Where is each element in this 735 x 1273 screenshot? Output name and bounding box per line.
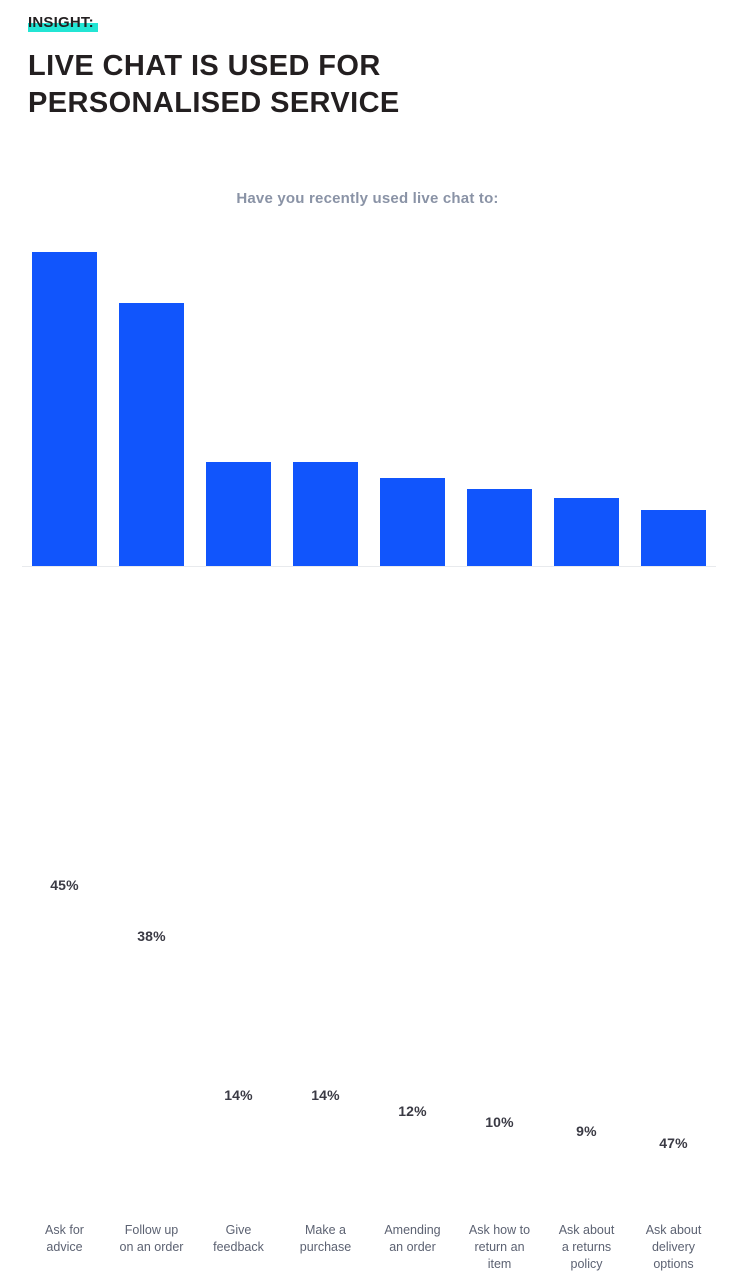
bar-category-line: purchase bbox=[299, 1239, 352, 1254]
insight-eyebrow-label: INSIGHT: bbox=[28, 14, 94, 31]
chart-plot-area: 45% Ask for advice 38% Follow up on an order 1… bbox=[0, 0, 735, 1271]
bar-value-label: 47% bbox=[659, 1135, 688, 1151]
bar-category-line: Amending bbox=[384, 1223, 441, 1237]
bar-category-line: on an order bbox=[119, 1239, 184, 1254]
bar[interactable] bbox=[467, 489, 532, 566]
bar-value-label: 10% bbox=[485, 1114, 514, 1130]
bar-category-line: delivery bbox=[651, 1239, 696, 1254]
bar-category-label: Make a purchase bbox=[282, 1222, 369, 1256]
bar-category-line: an order bbox=[389, 1239, 436, 1254]
bar-value-label: 38% bbox=[137, 928, 166, 944]
bar-category-line: Make a bbox=[305, 1223, 346, 1237]
bar-category-line: a returns bbox=[561, 1239, 612, 1254]
bar-category-label: Ask about a returns policy bbox=[543, 1222, 630, 1273]
bar[interactable] bbox=[641, 510, 706, 566]
bar-value-label: 14% bbox=[311, 1087, 340, 1103]
bar-category-line: advice bbox=[46, 1239, 83, 1254]
bar-category-label: Amending an order bbox=[369, 1222, 456, 1256]
bar-chart: Have you recently used live chat to: 45%… bbox=[0, 0, 735, 1271]
bar-category-line: feedback bbox=[213, 1239, 264, 1254]
bar-category-line: Ask about bbox=[558, 1223, 615, 1237]
bar-category-label: Ask how to return an item bbox=[456, 1222, 543, 1273]
bar-category-label: Ask about delivery options bbox=[630, 1222, 717, 1273]
bar-value-label: 12% bbox=[398, 1103, 427, 1119]
bar-category-label: Give feedback bbox=[195, 1222, 282, 1256]
bar-category-line: policy bbox=[570, 1256, 603, 1271]
bar-value-label: 14% bbox=[224, 1087, 253, 1103]
bar-category-line: Ask how to bbox=[468, 1223, 531, 1237]
bar[interactable] bbox=[32, 252, 97, 566]
bar[interactable] bbox=[293, 462, 358, 566]
bar-category-label: Follow up on an order bbox=[108, 1222, 195, 1256]
bar-category-line: options bbox=[653, 1256, 694, 1271]
bar-category-line: Follow up bbox=[124, 1223, 179, 1237]
bar-category-line: Ask about bbox=[645, 1223, 702, 1237]
bar-category-line: Give bbox=[225, 1223, 252, 1237]
bar-category-line: return an bbox=[474, 1239, 525, 1254]
bar[interactable] bbox=[206, 462, 271, 566]
bar-value-label: 45% bbox=[50, 877, 79, 893]
bar-category-line: item bbox=[487, 1256, 512, 1271]
bar[interactable] bbox=[119, 303, 184, 566]
bar-category-label: Ask for advice bbox=[21, 1222, 108, 1256]
bar-category-line: Ask for bbox=[45, 1223, 84, 1237]
bar-value-label: 9% bbox=[576, 1123, 597, 1139]
insight-eyebrow: INSIGHT: bbox=[28, 14, 98, 32]
bar[interactable] bbox=[380, 478, 445, 566]
bar[interactable] bbox=[554, 498, 619, 566]
chart-baseline-axis bbox=[22, 566, 716, 567]
